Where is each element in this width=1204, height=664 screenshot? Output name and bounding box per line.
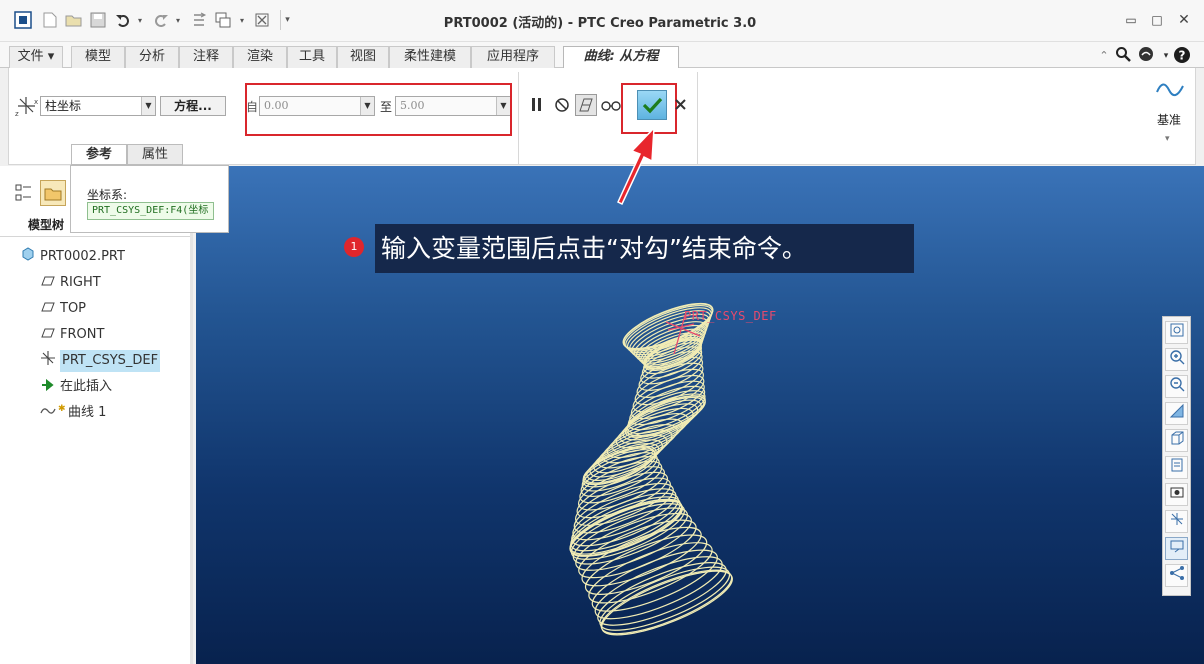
svg-text:?: ? [1179, 49, 1186, 63]
datum-plane-icon [40, 324, 56, 346]
part-icon [20, 246, 36, 268]
tab-annotate[interactable]: 注释 [179, 46, 233, 68]
pause-icon[interactable] [527, 94, 547, 116]
close-window-icon[interactable] [252, 10, 272, 30]
spin-center-icon[interactable] [1165, 564, 1188, 587]
verify-glasses-icon[interactable] [599, 94, 623, 116]
search-icon[interactable] [1113, 46, 1133, 66]
annotation-display-icon[interactable] [1165, 537, 1188, 560]
maximize-icon[interactable]: □ [1145, 10, 1169, 30]
minimize-icon[interactable]: ▭ [1119, 10, 1143, 30]
separator [518, 72, 519, 164]
zoom-in-icon[interactable] [1165, 348, 1188, 371]
chevron-down-icon: ▼ [141, 97, 155, 115]
tab-curve-from-equation[interactable]: 曲线: 从方程 [563, 46, 679, 69]
tab-file[interactable]: 文件 ▾ [9, 46, 63, 68]
community-icon[interactable] [1136, 46, 1156, 66]
datum-dropdown-icon[interactable]: ▾ [1165, 134, 1170, 144]
tab-analysis[interactable]: 分析 [125, 46, 179, 68]
no-preview-icon[interactable] [552, 94, 572, 116]
refit-icon[interactable] [1165, 321, 1188, 344]
tab-references[interactable]: 参考 [71, 144, 127, 165]
csys-icon [40, 350, 56, 373]
navigator-panel: 模型树 PRT0002.PRT RIGHT TOP FRONT PRT_CSYS… [0, 166, 193, 664]
svg-text:x: x [34, 98, 38, 106]
pointer-arrow-icon [617, 126, 655, 206]
tab-flexible-modeling[interactable]: 柔性建模 [389, 46, 471, 68]
divider [0, 236, 190, 237]
ribbon-tab-row: 文件 ▾ 模型 分析 注释 渲染 工具 视图 柔性建模 应用程序 曲线: 从方程… [0, 42, 1204, 69]
title-bar: ▾ ▾ ▾ ▾ PRT0002 (活动的) - PTC Creo Paramet… [0, 0, 1204, 42]
collapse-ribbon-icon[interactable]: ⌃ [1094, 46, 1114, 66]
customize-toolbar-icon[interactable]: ▾ [280, 10, 294, 30]
range-highlight-box [245, 83, 512, 136]
open-folder-icon[interactable] [64, 10, 84, 30]
new-feature-star-icon: ✱ [58, 404, 66, 414]
save-icon[interactable] [88, 10, 108, 30]
help-icon[interactable]: ? [1172, 46, 1192, 66]
tree-item-label: TOP [60, 301, 87, 316]
close-icon[interactable]: ✕ [1172, 10, 1196, 30]
references-panel: 坐标系: PRT_CSYS_DEF:F4(坐标 [70, 165, 229, 233]
folder-browser-tab-icon[interactable] [40, 180, 66, 206]
curve-loop [594, 556, 723, 620]
display-style-icon[interactable] [1165, 483, 1188, 506]
csys-collector[interactable]: PRT_CSYS_DEF:F4(坐标 [87, 202, 214, 220]
tree-item-label: 曲线 1 [68, 405, 107, 420]
curve-icon [40, 402, 56, 424]
tab-render[interactable]: 渲染 [233, 46, 287, 68]
insert-arrow-icon [40, 376, 56, 398]
tree-item-label: 在此插入 [60, 379, 113, 394]
tab-view[interactable]: 视图 [337, 46, 389, 68]
datum-display-icon[interactable] [1165, 510, 1188, 533]
instruction-callout: 输入变量范围后点击“对勾”结束命令。 [375, 224, 914, 273]
windows-icon[interactable] [212, 10, 234, 30]
undo-dropdown-icon[interactable]: ▾ [134, 10, 146, 30]
csys-annotation: PRT_CSYS_DEF [684, 309, 777, 323]
tree-item-label: RIGHT [60, 275, 101, 290]
equation-button[interactable]: 方程... [160, 96, 226, 116]
tab-tools[interactable]: 工具 [287, 46, 337, 68]
tree-item-label: PRT_CSYS_DEF [60, 350, 161, 372]
redo-dropdown-icon[interactable]: ▾ [172, 10, 184, 30]
step-number-badge: 1 [344, 237, 364, 257]
regenerate-icon[interactable] [188, 10, 210, 30]
datum-plane-icon [40, 272, 56, 294]
datum-plane-icon [40, 298, 56, 320]
curve-dashboard: zx 柱坐标 ▼ 方程... 自 0.00 ▼ 至 5.00 ▼ 基准 ▾ [8, 68, 1196, 165]
coordinate-type-value: 柱坐标 [45, 99, 82, 113]
tab-applications[interactable]: 应用程序 [471, 46, 555, 68]
model-tree-label: 模型树 [28, 218, 65, 232]
separator [697, 72, 698, 164]
cancel-icon[interactable] [673, 97, 689, 113]
csys-label: 坐标系: [87, 188, 128, 202]
tree-item-label: FRONT [60, 327, 105, 342]
tree-item-label: PRT0002.PRT [40, 249, 125, 264]
app-menu-icon[interactable] [12, 10, 34, 30]
zoom-out-icon[interactable] [1165, 375, 1188, 398]
model-tree-tab-icon[interactable] [13, 182, 35, 204]
view-toolbar [1162, 316, 1191, 596]
datum-label: 基准 [1157, 113, 1182, 127]
redo-icon[interactable] [150, 10, 172, 30]
coordinate-type-select[interactable]: 柱坐标 ▼ [40, 96, 156, 116]
new-file-icon[interactable] [40, 10, 60, 30]
window-title: PRT0002 (活动的) - PTC Creo Parametric 3.0 [443, 16, 757, 31]
datum-curve-icon[interactable] [1155, 74, 1185, 104]
svg-text:z: z [15, 110, 19, 118]
undo-icon[interactable] [112, 10, 134, 30]
preview-geometry-icon[interactable] [575, 94, 597, 116]
saved-orientations-icon[interactable] [1165, 429, 1188, 452]
tab-model[interactable]: 模型 [71, 46, 125, 68]
view-manager-icon[interactable] [1165, 456, 1188, 479]
windows-dropdown-icon[interactable]: ▾ [236, 10, 248, 30]
cylindrical-csys-icon: zx [15, 94, 39, 118]
tab-properties[interactable]: 属性 [127, 144, 183, 165]
repaint-icon[interactable] [1165, 402, 1188, 425]
